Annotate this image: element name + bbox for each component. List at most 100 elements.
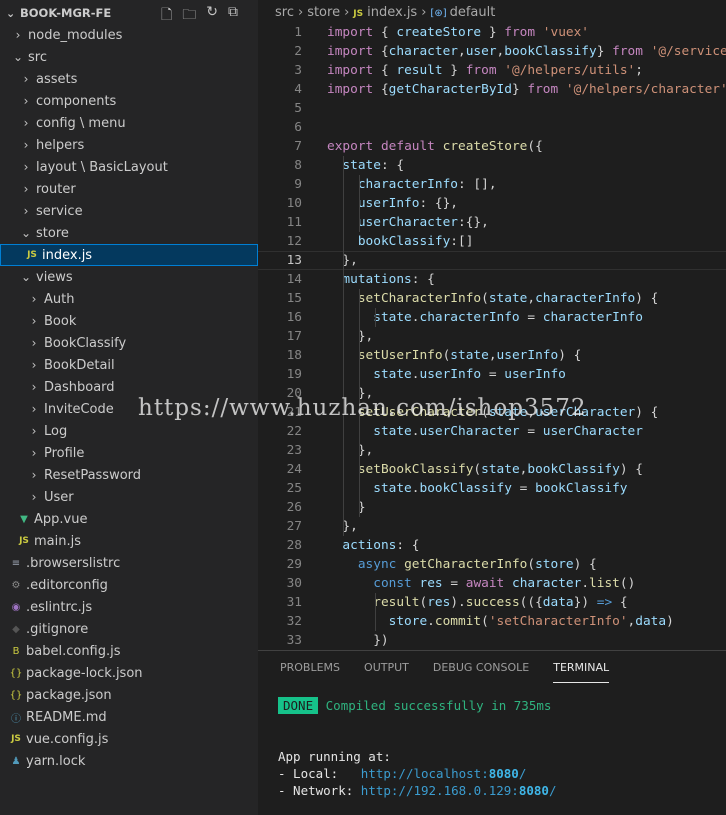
code-line[interactable]: 11 userCharacter:{}, <box>258 213 726 232</box>
code-line[interactable]: 14 mutations: { <box>258 270 726 289</box>
code-line[interactable]: 30 const res = await character.list() <box>258 574 726 593</box>
code-line[interactable]: 22 state.userCharacter = userCharacter <box>258 422 726 441</box>
tab-output[interactable]: OUTPUT <box>364 661 409 683</box>
folder-item[interactable]: › Dashboard <box>0 376 258 398</box>
code-line[interactable]: 15 setCharacterInfo(state,characterInfo)… <box>258 289 726 308</box>
folder-item[interactable]: ⌄ src <box>0 46 258 68</box>
code-line[interactable]: 21 setUserCharacter(state,userCharacter)… <box>258 403 726 422</box>
file-item[interactable]: ▼ App.vue <box>0 508 258 530</box>
code-line[interactable]: 28 actions: { <box>258 536 726 555</box>
code-line[interactable]: 29 async getCharacterInfo(store) { <box>258 555 726 574</box>
symbol-variable-icon: [⊛] <box>430 8 447 19</box>
line-text: setCharacterInfo(state,characterInfo) { <box>357 291 659 306</box>
code-line[interactable]: 3 import { result } from '@/helpers/utils… <box>258 61 726 80</box>
code-line[interactable]: 25 state.bookClassify = bookClassify <box>258 479 726 498</box>
line-number: 21 <box>286 405 302 420</box>
folder-item[interactable]: › assets <box>0 68 258 90</box>
code-line[interactable]: 8 state: { <box>258 156 726 175</box>
breadcrumb-store[interactable]: store <box>307 5 340 20</box>
code-line[interactable]: 16 state.characterInfo = characterInfo <box>258 308 726 327</box>
code-line[interactable]: 20 }, <box>258 384 726 403</box>
item-label: node_modules <box>28 27 123 43</box>
folder-item[interactable]: › Log <box>0 420 258 442</box>
code-line[interactable]: 18 setUserInfo(state,userInfo) { <box>258 346 726 365</box>
chevron-right-icon: › <box>31 292 37 306</box>
item-label: views <box>36 269 73 285</box>
code-line[interactable]: 31 result(res).success(({data}) => { <box>258 593 726 612</box>
app-running-text: App running at: <box>278 749 391 764</box>
code-line[interactable]: 4 import {getCharacterById} from '@/helpe… <box>258 80 726 99</box>
folder-item[interactable]: › Profile <box>0 442 258 464</box>
file-item[interactable]: ≡ .browserslistrc <box>0 552 258 574</box>
folder-item[interactable]: › ResetPassword <box>0 464 258 486</box>
folder-item[interactable]: › InviteCode <box>0 398 258 420</box>
code-line[interactable]: 13 }, <box>258 251 726 270</box>
line-number: 24 <box>286 462 302 477</box>
code-line[interactable]: 23 }, <box>258 441 726 460</box>
line-number: 4 <box>294 82 302 97</box>
code-editor[interactable]: src › store › JS index.js › [⊛] default 1 import … <box>258 0 726 650</box>
file-item[interactable]: ◆ .gitignore <box>0 618 258 640</box>
breadcrumb-src[interactable]: src <box>275 5 294 20</box>
folder-item[interactable]: › config \ menu <box>0 112 258 134</box>
bottom-panel: PROBLEMS OUTPUT DEBUG CONSOLE TERMINAL DONE… <box>258 650 726 815</box>
file-item[interactable]: Bbabel.config.js <box>0 640 258 662</box>
folder-item[interactable]: › router <box>0 178 258 200</box>
code-lines[interactable]: 1 import { createStore } from 'vuex' 2 impo… <box>258 23 726 650</box>
tab-problems[interactable]: PROBLEMS <box>280 661 340 683</box>
item-label: package.json <box>26 687 112 703</box>
js-file-icon: JS <box>27 250 37 260</box>
code-line[interactable]: 2 import {character,user,bookClassify} fr… <box>258 42 726 61</box>
file-item[interactable]: JS vue.config.js <box>0 728 258 750</box>
code-line[interactable]: 7 export default createStore({ <box>258 137 726 156</box>
tab-debug-console[interactable]: DEBUG CONSOLE <box>433 661 529 683</box>
code-line[interactable]: 9 characterInfo: [], <box>258 175 726 194</box>
file-item[interactable]: ◉ .eslintrc.js <box>0 596 258 618</box>
code-line[interactable]: 5 <box>258 99 726 118</box>
file-item[interactable]: JS main.js <box>0 530 258 552</box>
code-line[interactable]: 17 }, <box>258 327 726 346</box>
folder-item[interactable]: › BookClassify <box>0 332 258 354</box>
code-line[interactable]: 19 state.userInfo = userInfo <box>258 365 726 384</box>
code-line[interactable]: 32 store.commit('setCharacterInfo',data) <box>258 612 726 631</box>
code-line[interactable]: 1 import { createStore } from 'vuex' <box>258 23 726 42</box>
tab-terminal[interactable]: TERMINAL <box>553 661 610 683</box>
file-item[interactable]: ⚙ .editorconfig <box>0 574 258 596</box>
code-line[interactable]: 33 }) <box>258 631 726 650</box>
local-url[interactable]: http://localhost:8080/ <box>361 766 527 781</box>
item-label: main.js <box>34 533 81 549</box>
folder-item[interactable]: › helpers <box>0 134 258 156</box>
item-label: App.vue <box>34 511 88 527</box>
file-item[interactable]: ♟ yarn.lock <box>0 750 258 772</box>
folder-item[interactable]: › User <box>0 486 258 508</box>
terminal-output[interactable]: DONE Compiled successfully in 735ms App … <box>278 697 556 799</box>
gear-icon: ⚙ <box>11 579 21 591</box>
code-line[interactable]: 12 bookClassify:[] <box>258 232 726 251</box>
folder-item[interactable]: › BookDetail <box>0 354 258 376</box>
code-line[interactable]: 6 <box>258 118 726 137</box>
code-line[interactable]: 26 } <box>258 498 726 517</box>
line-number: 10 <box>286 196 302 211</box>
code-line[interactable]: 24 setBookClassify(state,bookClassify) { <box>258 460 726 479</box>
folder-item[interactable]: ⌄ store <box>0 222 258 244</box>
item-label: .eslintrc.js <box>26 599 93 615</box>
item-label: router <box>36 181 76 197</box>
line-text: }, <box>327 329 374 344</box>
folder-item[interactable]: ⌄ views <box>0 266 258 288</box>
file-item[interactable]: ⓘ README.md <box>0 706 258 728</box>
folder-item[interactable]: › layout \ BasicLayout <box>0 156 258 178</box>
file-item[interactable]: {} package.json <box>0 684 258 706</box>
folder-item[interactable]: › components <box>0 90 258 112</box>
network-url[interactable]: http://192.168.0.129:8080/ <box>361 783 557 798</box>
code-line[interactable]: 27 }, <box>258 517 726 536</box>
folder-item[interactable]: › Book <box>0 310 258 332</box>
file-item[interactable]: {} package-lock.json <box>0 662 258 684</box>
code-line[interactable]: 10 userInfo: {}, <box>258 194 726 213</box>
folder-item[interactable]: › service <box>0 200 258 222</box>
folder-item[interactable]: › Auth <box>0 288 258 310</box>
line-number: 18 <box>286 348 302 363</box>
breadcrumb-file[interactable]: index.js <box>367 5 417 20</box>
line-text: state.userInfo = userInfo <box>373 367 566 382</box>
folder-item[interactable]: › node_modules <box>0 24 258 46</box>
file-item[interactable]: JS index.js <box>0 244 258 266</box>
